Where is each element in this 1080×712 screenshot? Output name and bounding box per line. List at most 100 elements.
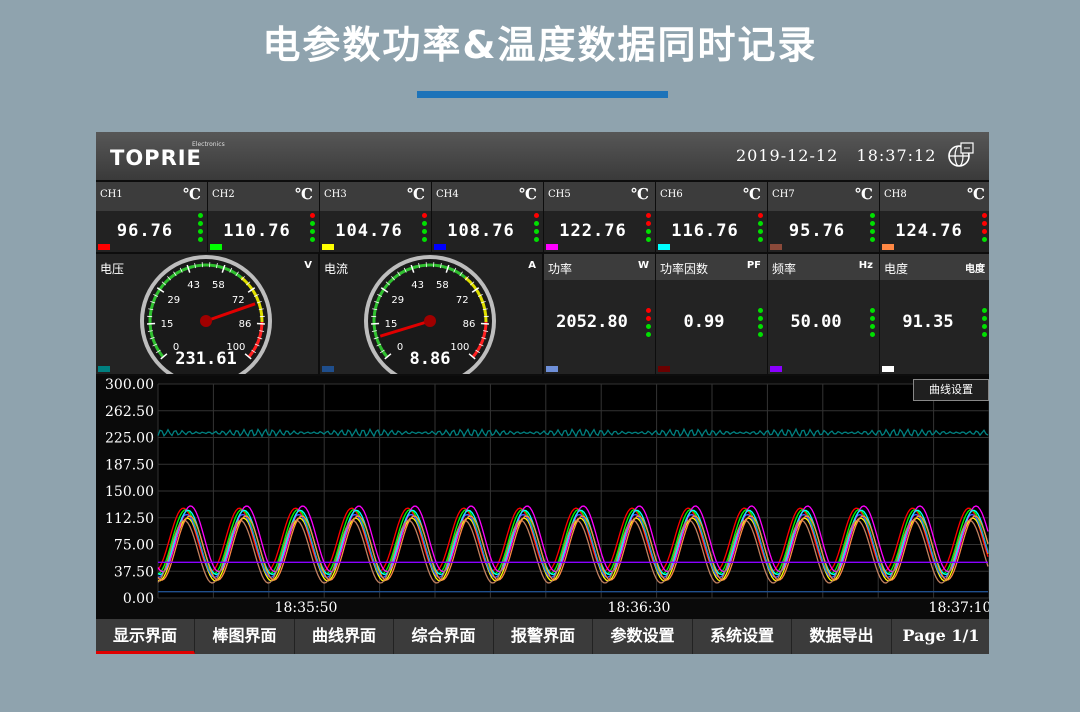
alarm-dot: [646, 308, 651, 313]
channel-color-swatch: [658, 244, 670, 250]
alarm-dot: [646, 229, 651, 234]
channel-name: CH7: [772, 189, 795, 200]
alarm-dot: [646, 316, 651, 321]
alarm-dot: [982, 213, 987, 218]
gauge-tick-label: 15: [385, 319, 398, 330]
tab-9[interactable]: Page 1/1: [892, 619, 989, 654]
meter-unit: Hz: [858, 260, 873, 271]
alarm-dot: [982, 332, 987, 337]
alarm-dot: [646, 324, 651, 329]
datetime: 2019-12-12 18:37:12: [736, 146, 936, 165]
channel-card-ch7[interactable]: CH7 ℃ 95.76: [768, 182, 879, 252]
channel-value-box: 116.76: [656, 211, 767, 252]
meter-panel-3[interactable]: 频率 Hz 50.00: [768, 254, 879, 374]
celsius-icon: ℃: [631, 185, 649, 203]
channel-card-ch6[interactable]: CH6 ℃ 116.76: [656, 182, 767, 252]
alarm-dot: [982, 229, 987, 234]
channel-card-ch4[interactable]: CH4 ℃ 108.76: [432, 182, 543, 252]
tab-6[interactable]: 参数设置: [594, 619, 693, 654]
y-tick-label: 262.50: [105, 404, 154, 420]
alarm-dot: [422, 229, 427, 234]
alarm-indicators: [870, 308, 876, 340]
alarm-dot: [198, 237, 203, 242]
alarm-dot: [870, 316, 875, 321]
meter-panel-1[interactable]: 功率 W 2052.80: [544, 254, 655, 374]
gauge-panel-1[interactable]: 电压 V 0 15 29 43 58 72 86 100 231.61: [96, 254, 318, 374]
tab-7[interactable]: 系统设置: [693, 619, 792, 654]
gauge-unit: V: [304, 260, 312, 271]
gauge-tick-label: 58: [212, 280, 225, 291]
alarm-indicators: [646, 213, 652, 245]
gauge-dial: 0152943 587286100231.61: [140, 255, 272, 374]
y-tick-label: 225.00: [105, 431, 154, 447]
meter-panel-4[interactable]: 电度 电度 91.35: [880, 254, 989, 374]
channel-value-box: 95.76: [768, 211, 879, 252]
alarm-dot: [310, 213, 315, 218]
alarm-dot: [198, 221, 203, 226]
alarm-dot: [198, 229, 203, 234]
alarm-dot: [310, 237, 315, 242]
page-headline: 电参数功率&温度数据同时记录: [262, 23, 818, 67]
alarm-dot: [982, 324, 987, 329]
alarm-dot: [534, 237, 539, 242]
channel-value-box: 96.76: [96, 211, 207, 252]
channel-value-box: 104.76: [320, 211, 431, 252]
gauge-tick-label: 43: [187, 280, 200, 291]
y-tick-label: 150.00: [105, 484, 154, 500]
meter-color-swatch: [882, 366, 894, 372]
alarm-indicators: [982, 308, 988, 340]
gauge-tick-label: 100: [450, 342, 469, 353]
channel-name: CH3: [324, 189, 347, 200]
meter-value: 2052.80: [556, 312, 628, 332]
tab-5[interactable]: 报警界面: [494, 619, 593, 654]
gauge-tick-label: 29: [167, 295, 180, 306]
channel-card-ch3[interactable]: CH3 ℃ 104.76: [320, 182, 431, 252]
channel-name: CH4: [436, 189, 459, 200]
gauge-tick-label: 72: [232, 295, 245, 306]
channel-name: CH1: [100, 189, 123, 200]
alarm-dot: [758, 324, 763, 329]
gauge-panel-2[interactable]: 电流 A 0 15 29 43 58 72 86 100 8.86: [320, 254, 542, 374]
gauge-tick-label: 43: [411, 280, 424, 291]
headline-underline: [417, 91, 668, 98]
alarm-dot: [982, 237, 987, 242]
alarm-dot: [758, 221, 763, 226]
alarm-dot: [534, 221, 539, 226]
channel-card-ch2[interactable]: CH2 ℃ 110.76: [208, 182, 319, 252]
tab-1[interactable]: 显示界面: [96, 619, 195, 654]
celsius-icon: ℃: [519, 185, 537, 203]
alarm-indicators: [422, 213, 428, 245]
alarm-indicators: [310, 213, 316, 245]
alarm-dot: [982, 308, 987, 313]
tab-4[interactable]: 综合界面: [395, 619, 494, 654]
alarm-dot: [870, 332, 875, 337]
gauge-tick-label: 0: [397, 342, 403, 353]
channel-card-ch8[interactable]: CH8 ℃ 124.76: [880, 182, 989, 252]
tab-2[interactable]: 棒图界面: [196, 619, 295, 654]
gauge-dial: 0 15 29 43 58 72 86 1008.86: [364, 255, 496, 374]
alarm-dot: [646, 237, 651, 242]
curve-settings-button[interactable]: 曲线设置: [913, 379, 989, 401]
alarm-dot: [646, 221, 651, 226]
tab-3[interactable]: 曲线界面: [295, 619, 394, 654]
gauge-tick-label: 72: [456, 295, 469, 306]
channel-card-ch5[interactable]: CH5 ℃ 122.76: [544, 182, 655, 252]
meter-panel-2[interactable]: 功率因数 PF 0.99: [656, 254, 767, 374]
globe-settings-icon[interactable]: [946, 140, 976, 170]
alarm-dot: [758, 237, 763, 242]
meter-color-swatch: [658, 366, 670, 372]
channel-card-ch1[interactable]: CH1 ℃ 96.76: [96, 182, 207, 252]
alarm-dot: [870, 324, 875, 329]
channel-color-swatch: [434, 244, 446, 250]
gauge-tick-label: 15: [161, 319, 174, 330]
bottom-tab-bar: 显示界面 棒图界面 曲线界面 综合界面 报警界面 参数设置 系统设置 数据导出 Page 1/1: [96, 619, 989, 654]
celsius-icon: ℃: [855, 185, 873, 203]
trend-chart-svg: 300.00 262.50 225.00 187.50 150.00 112.50 75.0…: [105, 377, 989, 616]
channel-value: 96.76: [116, 221, 174, 241]
celsius-icon: ℃: [295, 185, 313, 203]
top-bar: TOPRIE Electronics 2019-12-12 18:37:12: [96, 132, 989, 180]
tab-8[interactable]: 数据导出: [793, 619, 892, 654]
channel-value: 104.76: [335, 221, 403, 241]
alarm-dot: [422, 213, 427, 218]
gauge-title: 电流: [324, 262, 349, 276]
